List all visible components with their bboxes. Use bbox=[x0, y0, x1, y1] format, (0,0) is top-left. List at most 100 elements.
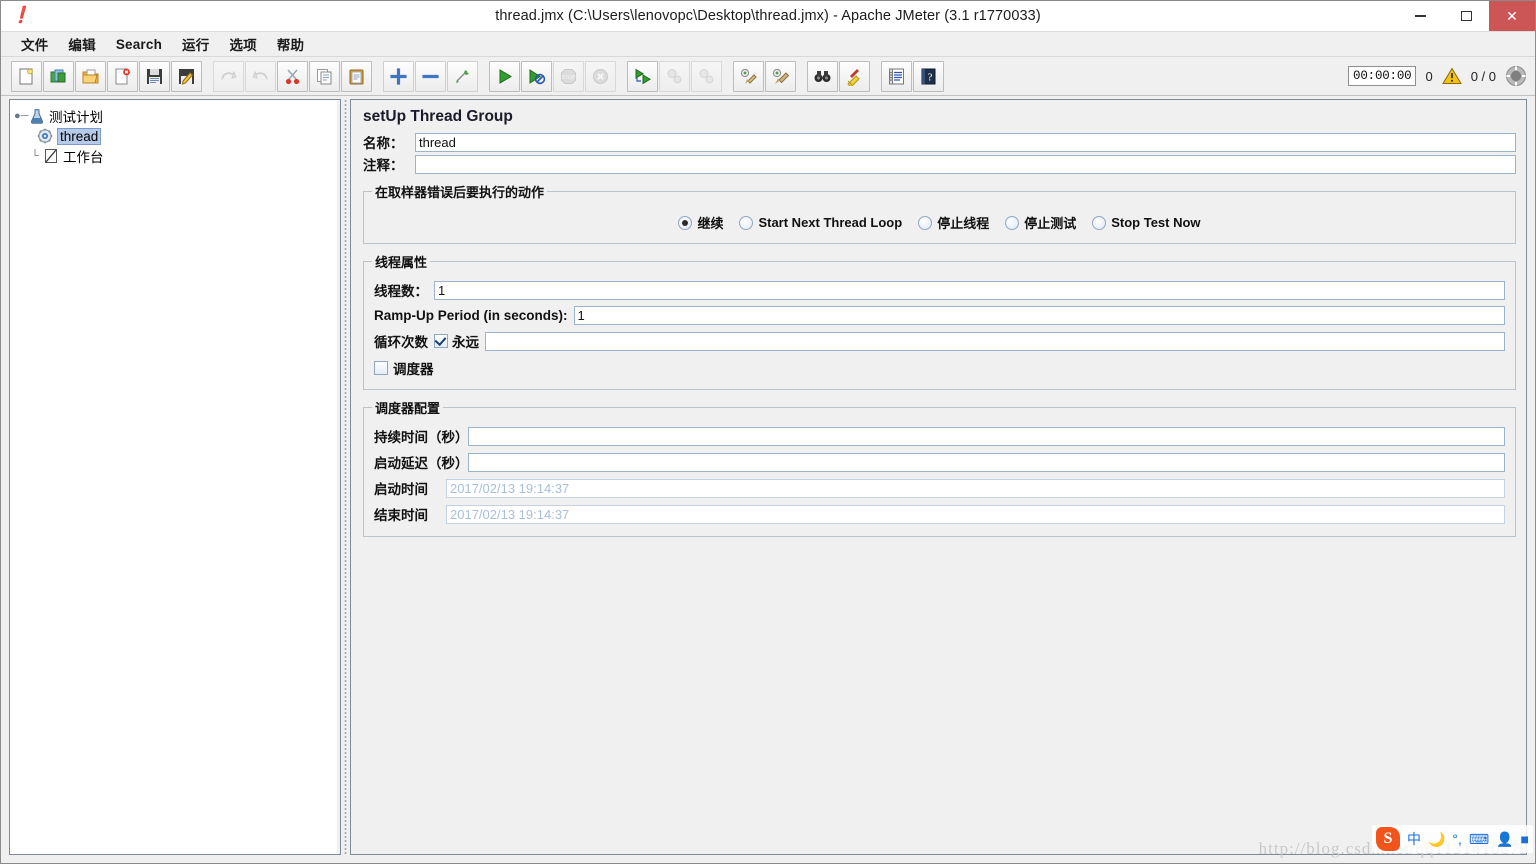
maximize-button[interactable] bbox=[1443, 1, 1489, 31]
end-time-input[interactable] bbox=[446, 504, 1505, 524]
function-list-icon bbox=[889, 68, 904, 84]
duration-input[interactable] bbox=[468, 426, 1505, 446]
forever-checkbox[interactable]: 永远 bbox=[434, 331, 479, 351]
comments-input[interactable] bbox=[415, 154, 1516, 174]
toggle-button[interactable] bbox=[447, 60, 478, 92]
tree-node-workbench[interactable]: └ 工作台 bbox=[14, 146, 336, 166]
clear-broom-icon bbox=[740, 68, 757, 84]
binoculars-icon bbox=[814, 70, 831, 82]
duration-row: 持续时间（秒） bbox=[372, 423, 1507, 449]
tree-scroll-gutter[interactable] bbox=[337, 100, 340, 854]
radio-start-next-thread-loop[interactable]: Start Next Thread Loop bbox=[739, 215, 902, 230]
scheduler-label: 调度器 bbox=[393, 362, 434, 377]
expand-all-button[interactable] bbox=[383, 60, 414, 92]
tree-node-test-plan[interactable]: ●─ 测试计划 bbox=[14, 106, 336, 126]
num-threads-input[interactable] bbox=[434, 280, 1505, 300]
help-button[interactable]: ? bbox=[913, 60, 944, 92]
minimize-button[interactable] bbox=[1397, 1, 1443, 31]
ramp-up-row: Ramp-Up Period (in seconds): bbox=[372, 303, 1507, 328]
clear-all-button[interactable] bbox=[765, 60, 796, 92]
toggle-pin-icon bbox=[456, 69, 469, 83]
jmeter-feather-icon: ❗ bbox=[11, 7, 31, 24]
broom-yellow-icon bbox=[847, 68, 860, 86]
ramp-up-label: Ramp-Up Period (in seconds): bbox=[374, 308, 568, 323]
thread-group-gear-icon bbox=[36, 127, 54, 145]
new-button[interactable] bbox=[11, 60, 42, 92]
expand-handle-icon[interactable]: ●─ bbox=[14, 110, 28, 122]
cut-button[interactable] bbox=[277, 60, 308, 92]
start-no-pauses-button[interactable] bbox=[521, 60, 552, 92]
svg-text:?: ? bbox=[928, 71, 933, 83]
start-time-row: 启动时间 bbox=[372, 475, 1507, 501]
split-pane-divider[interactable] bbox=[341, 99, 350, 855]
play-no-pause-icon bbox=[529, 68, 546, 84]
sogou-logo-icon[interactable]: S bbox=[1375, 827, 1400, 851]
undo-button[interactable] bbox=[213, 60, 244, 92]
moon-icon[interactable]: 🌙 bbox=[1428, 831, 1445, 848]
reset-search-button[interactable] bbox=[839, 60, 870, 92]
menu-search[interactable]: Search bbox=[106, 35, 172, 54]
scheduler-checkbox[interactable]: 调度器 bbox=[374, 358, 434, 378]
radio-stop-test-dot bbox=[1005, 215, 1020, 230]
shutdown-button[interactable] bbox=[585, 60, 616, 92]
search-button[interactable] bbox=[807, 60, 838, 92]
minimize-icon bbox=[1414, 15, 1426, 17]
stop-button[interactable]: STOP bbox=[553, 60, 584, 92]
save-button[interactable] bbox=[139, 60, 170, 92]
redo-button[interactable] bbox=[245, 60, 276, 92]
test-plan-tree: ●─ 测试计划 thread └ 工作台 bbox=[10, 100, 340, 172]
warning-triangle-icon[interactable] bbox=[1441, 67, 1462, 85]
shutdown-remote-button[interactable] bbox=[691, 60, 722, 92]
ramp-up-input[interactable] bbox=[573, 306, 1505, 325]
save-floppy-icon bbox=[147, 68, 162, 84]
radio-start-next-thread-loop-dot bbox=[739, 215, 754, 230]
num-threads-row: 线程数： bbox=[372, 277, 1507, 303]
toolbar-remote-group bbox=[627, 60, 723, 92]
radio-stop-test-label: 停止测试 bbox=[1024, 216, 1077, 231]
copy-button[interactable] bbox=[309, 60, 340, 92]
clear-button[interactable] bbox=[733, 60, 764, 92]
user-panel-icon[interactable]: 👤 bbox=[1496, 831, 1513, 848]
name-input[interactable] bbox=[415, 132, 1516, 152]
radio-stop-test[interactable]: 停止测试 bbox=[1005, 213, 1076, 232]
ime-mode-chinese[interactable]: 中 bbox=[1407, 829, 1421, 849]
start-button[interactable] bbox=[489, 60, 520, 92]
tree-node-thread[interactable]: thread bbox=[14, 126, 336, 146]
thread-properties-group: 线程属性 线程数： Ramp-Up Period (in seconds): 循… bbox=[363, 252, 1516, 390]
remote-start-icon bbox=[635, 68, 651, 84]
start-time-label: 启动时间 bbox=[374, 482, 428, 497]
radio-stop-thread[interactable]: 停止线程 bbox=[918, 213, 989, 232]
comments-label: 注释： bbox=[363, 158, 404, 173]
menu-edit[interactable]: 编辑 bbox=[58, 32, 105, 56]
loop-count-input[interactable] bbox=[485, 331, 1505, 351]
open-button[interactable] bbox=[75, 60, 106, 92]
templates-button[interactable] bbox=[43, 60, 74, 92]
punctuation-icon[interactable]: °, bbox=[1452, 831, 1462, 847]
function-helper-button[interactable] bbox=[881, 60, 912, 92]
start-time-input[interactable] bbox=[446, 478, 1505, 498]
menu-file[interactable]: 文件 bbox=[11, 32, 58, 56]
menu-run[interactable]: 运行 bbox=[172, 32, 219, 56]
start-remote-button[interactable] bbox=[627, 60, 658, 92]
paste-button[interactable] bbox=[341, 60, 372, 92]
close-document-button[interactable] bbox=[107, 60, 138, 92]
startup-delay-input[interactable] bbox=[468, 452, 1505, 472]
close-button[interactable]: ✕ bbox=[1489, 1, 1535, 31]
clear-all-broom-icon bbox=[772, 68, 790, 84]
radio-continue-label: 继续 bbox=[697, 216, 724, 231]
radio-stop-test-now[interactable]: Stop Test Now bbox=[1092, 215, 1201, 230]
menu-help[interactable]: 帮助 bbox=[267, 32, 314, 56]
toolbox-icon[interactable]: ■ bbox=[1521, 831, 1529, 847]
radio-continue-dot bbox=[678, 215, 693, 230]
radio-continue[interactable]: 继续 bbox=[678, 213, 723, 232]
window-title: thread.jmx (C:\Users\lenovopc\Desktop\th… bbox=[495, 8, 1041, 24]
stop-remote-button[interactable] bbox=[659, 60, 690, 92]
connection-status-icon[interactable] bbox=[1505, 65, 1527, 87]
keyboard-icon[interactable]: ⌨ bbox=[1469, 831, 1489, 848]
clipboard-paste-icon bbox=[349, 69, 364, 84]
save-as-icon bbox=[179, 68, 194, 85]
save-as-button[interactable] bbox=[171, 60, 202, 92]
scheduler-checkbox-row: 调度器 bbox=[372, 354, 1507, 380]
menu-options[interactable]: 选项 bbox=[219, 32, 266, 56]
collapse-all-button[interactable] bbox=[415, 60, 446, 92]
